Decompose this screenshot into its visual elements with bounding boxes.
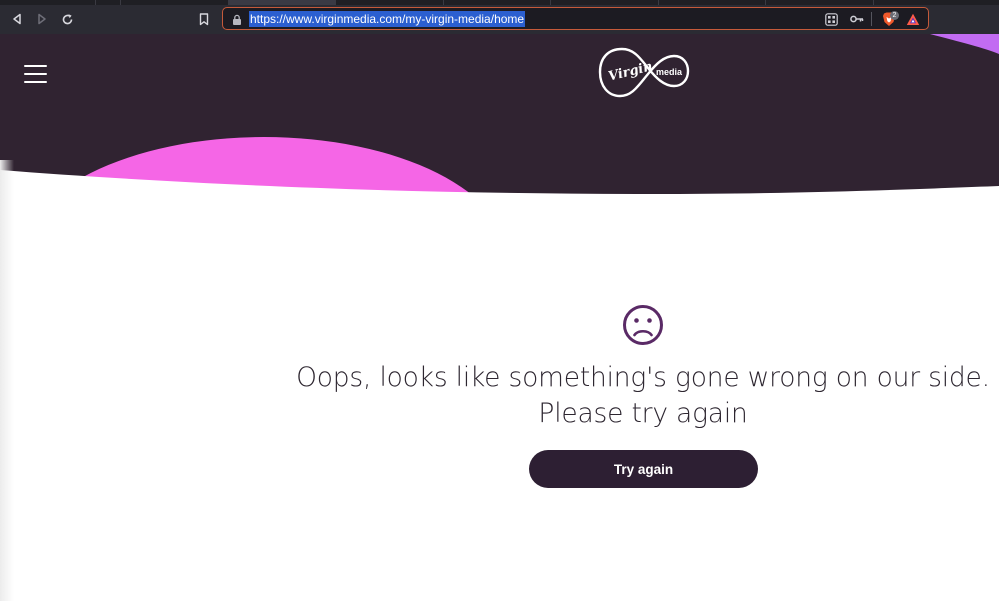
address-bar-divider: [871, 12, 872, 26]
forward-arrow-icon[interactable]: [34, 11, 50, 27]
hero-background: [0, 34, 999, 204]
bookmark-icon[interactable]: [196, 11, 212, 27]
reload-icon[interactable]: [59, 11, 75, 27]
brave-shields-icon[interactable]: 2: [878, 11, 900, 27]
error-line-2: Please try again: [538, 398, 748, 429]
virgin-media-logo[interactable]: Virgin media: [598, 46, 690, 100]
key-icon[interactable]: [849, 11, 865, 27]
site-header: Virgin media: [0, 34, 999, 204]
sad-face-icon: [622, 304, 664, 346]
browser-toolbar: https://www.virginmedia.com/my-virgin-me…: [0, 5, 999, 34]
back-arrow-icon[interactable]: [9, 11, 25, 27]
address-bar[interactable]: https://www.virginmedia.com/my-virgin-me…: [222, 7, 929, 30]
error-line-1: Oops, looks like something's gone wrong …: [296, 362, 990, 393]
error-message: Oops, looks like something's gone wrong …: [290, 360, 996, 432]
logo-text-virgin: Virgin: [607, 59, 654, 84]
logo-text-media: media: [656, 67, 683, 77]
url-text[interactable]: https://www.virginmedia.com/my-virgin-me…: [249, 11, 526, 27]
hamburger-menu-icon[interactable]: [24, 65, 47, 83]
shields-badge: 2: [890, 11, 899, 20]
brave-rewards-icon[interactable]: [905, 11, 921, 27]
left-edge-shadow: [0, 160, 14, 601]
qr-code-icon[interactable]: [823, 11, 839, 27]
try-again-button[interactable]: Try again: [529, 450, 758, 488]
lock-icon[interactable]: [232, 13, 242, 25]
